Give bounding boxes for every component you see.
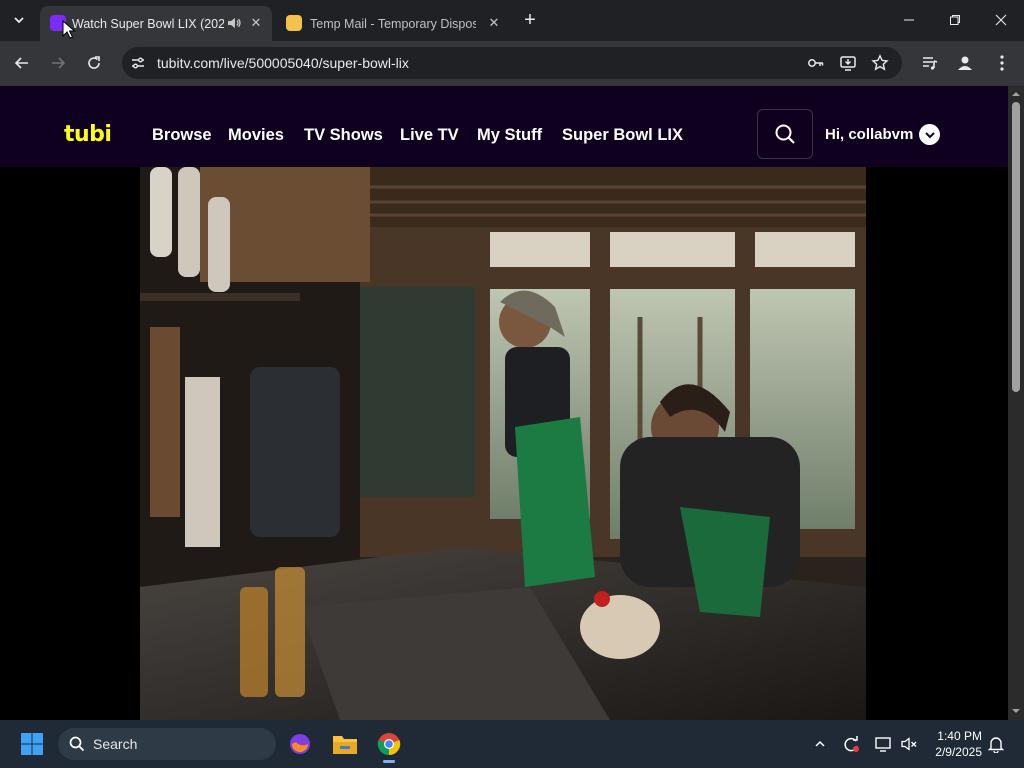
media-controls-icon[interactable] (916, 49, 944, 77)
nav-super-bowl-lix[interactable]: Super Bowl LIX (562, 126, 683, 145)
nav-tv-shows[interactable]: TV Shows (304, 126, 383, 145)
chrome-icon[interactable] (371, 726, 407, 763)
tab-title: Watch Super Bowl LIX (2025 (72, 16, 224, 31)
site-info-icon[interactable] (128, 53, 148, 73)
chevron-up-icon[interactable] (810, 734, 830, 754)
nav-live-tv[interactable]: Live TV (400, 126, 459, 145)
windows-start-icon[interactable] (14, 726, 50, 762)
display-icon[interactable] (873, 734, 893, 754)
windows-taskbar: Search 1:40 PM 2/9/2025 (0, 720, 1024, 768)
restore-icon[interactable] (932, 0, 978, 40)
scroll-up-icon[interactable] (1008, 89, 1024, 99)
tubi-page: tubi Browse Movies TV Shows Live TV My S… (0, 86, 1008, 720)
video-frame-image (140, 167, 866, 720)
url-text[interactable]: tubitv.com/live/500005040/super-bowl-lix (157, 55, 409, 71)
account-greeting[interactable]: Hi, collabvm (825, 126, 913, 143)
temp-mail-favicon-icon (286, 15, 302, 31)
volume-muted-icon[interactable] (899, 734, 919, 754)
account-chevron-icon[interactable] (919, 124, 940, 145)
sync-alert-icon[interactable] (841, 734, 861, 754)
nav-movies[interactable]: Movies (228, 126, 284, 145)
notification-bell-icon[interactable] (986, 734, 1006, 754)
minimize-icon[interactable] (886, 0, 932, 40)
profile-icon[interactable] (951, 49, 979, 77)
video-player[interactable] (140, 167, 866, 720)
mouse-cursor-icon (62, 20, 76, 39)
nav-browse[interactable]: Browse (152, 126, 212, 145)
install-app-icon[interactable] (838, 53, 858, 73)
file-explorer-icon[interactable] (327, 726, 363, 762)
reload-icon[interactable] (80, 49, 108, 77)
bookmark-star-icon[interactable] (870, 53, 890, 73)
close-window-icon[interactable] (978, 0, 1024, 40)
search-button[interactable] (757, 109, 813, 159)
speaker-icon[interactable] (226, 15, 242, 31)
scroll-down-icon[interactable] (1008, 706, 1024, 716)
close-tab-icon[interactable]: ✕ (486, 15, 502, 31)
tubi-header: tubi Browse Movies TV Shows Live TV My S… (0, 86, 1008, 167)
tab-strip: Watch Super Bowl LIX (2025 ✕ Temp Mail -… (0, 0, 1024, 41)
password-key-icon[interactable] (806, 53, 826, 73)
system-clock[interactable]: 1:40 PM 2/9/2025 (920, 728, 982, 760)
clock-date: 2/9/2025 (935, 745, 982, 759)
chevron-down-icon (14, 17, 24, 24)
active-app-indicator (383, 760, 395, 763)
scroll-thumb[interactable] (1012, 102, 1020, 392)
clock-time: 1:40 PM (937, 729, 982, 743)
firefox-icon[interactable] (282, 726, 318, 762)
new-tab-icon[interactable]: + (518, 8, 542, 32)
tab-title: Temp Mail - Temporary Dispos (310, 16, 476, 31)
address-bar[interactable]: tubitv.com/live/500005040/super-bowl-lix (122, 47, 902, 79)
tab-search-button[interactable] (6, 7, 32, 33)
more-menu-icon[interactable] (988, 49, 1016, 77)
forward-icon[interactable] (44, 49, 72, 77)
taskbar-search-label: Search (93, 736, 138, 752)
taskbar-search[interactable]: Search (58, 728, 276, 760)
tubi-logo[interactable]: tubi (64, 122, 112, 147)
search-icon (775, 124, 795, 144)
search-icon (69, 736, 85, 752)
page-scrollbar[interactable] (1008, 86, 1024, 720)
close-tab-icon[interactable]: ✕ (248, 15, 264, 31)
nav-my-stuff[interactable]: My Stuff (477, 126, 542, 145)
tab-temp-mail[interactable]: Temp Mail - Temporary Dispos ✕ (276, 6, 506, 41)
back-icon[interactable] (8, 49, 36, 77)
